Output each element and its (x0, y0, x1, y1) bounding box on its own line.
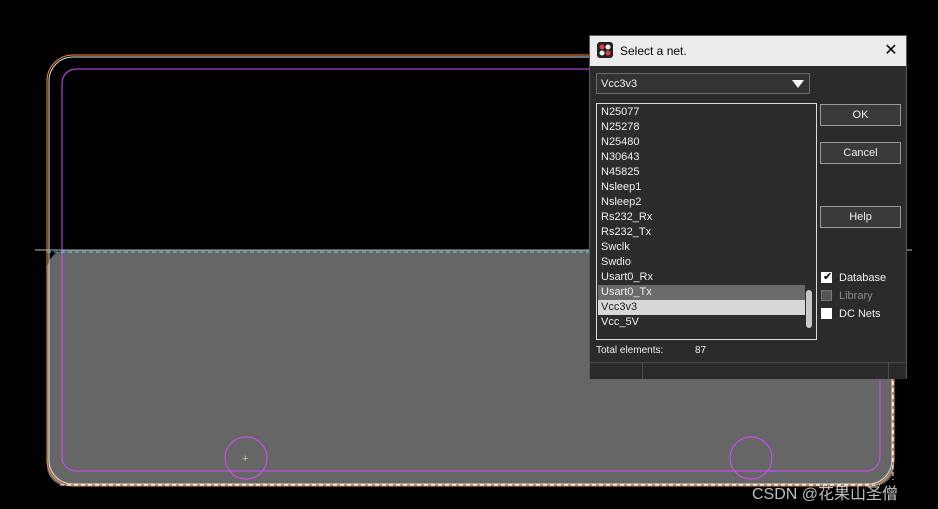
list-item[interactable]: Rs232_Rx (598, 210, 805, 225)
close-icon[interactable]: ✕ (880, 40, 902, 62)
hole-cross-left: + (242, 453, 248, 465)
checkbox-checked[interactable]: ✔ (821, 271, 833, 283)
list-item[interactable]: Usart0_Tx (598, 285, 805, 300)
list-item[interactable]: Swclk (598, 240, 805, 255)
chevron-down-icon[interactable] (792, 80, 804, 88)
net-list[interactable]: N25077 N25278 N25480 N30643 N45825 Nslee… (596, 103, 817, 340)
list-item[interactable]: N25077 (598, 105, 805, 120)
app-icon (597, 42, 613, 58)
checkbox-disabled (821, 290, 832, 301)
database-label: Database (839, 272, 887, 284)
cancel-button[interactable]: Cancel (820, 142, 901, 164)
dialog-statusbar (590, 362, 906, 379)
net-combo-value: Vcc3v3 (601, 78, 638, 90)
list-item[interactable]: N25278 (598, 120, 805, 135)
list-item[interactable]: Usart0_Rx (598, 270, 805, 285)
dialog-titlebar[interactable]: Select a net. ✕ (590, 36, 906, 66)
dc-nets-label: DC Nets (839, 308, 881, 320)
help-button[interactable]: Help (820, 206, 901, 228)
ok-button[interactable]: OK (820, 104, 901, 126)
total-elements-label: Total elements: (596, 345, 664, 356)
list-item[interactable]: N45825 (598, 165, 805, 180)
select-net-dialog: Select a net. ✕ Vcc3v3 N25077 N25278 N25… (589, 35, 907, 379)
checkbox-unchecked[interactable] (821, 308, 832, 319)
list-item[interactable]: Swdio (598, 255, 805, 270)
watermark: CSDN @花果山圣僧 (752, 486, 899, 503)
statusbar-divider (642, 363, 643, 379)
list-item[interactable]: Nsleep1 (598, 180, 805, 195)
list-item[interactable]: Rs232_Tx (598, 225, 805, 240)
list-item[interactable]: Vcc_5V (598, 315, 805, 330)
dialog-title: Select a net. (620, 44, 687, 58)
list-scrollbar-thumb[interactable] (806, 290, 812, 328)
list-item-selected[interactable]: Vcc3v3 (598, 300, 805, 315)
list-item[interactable]: N25480 (598, 135, 805, 150)
total-elements-value: 87 (695, 345, 707, 356)
list-item[interactable]: Nsleep2 (598, 195, 805, 210)
statusbar-divider (888, 363, 889, 379)
library-label: Library (839, 290, 873, 302)
net-combo[interactable]: Vcc3v3 (596, 73, 810, 94)
list-item[interactable]: N30643 (598, 150, 805, 165)
check-icon: ✔ (823, 271, 833, 283)
